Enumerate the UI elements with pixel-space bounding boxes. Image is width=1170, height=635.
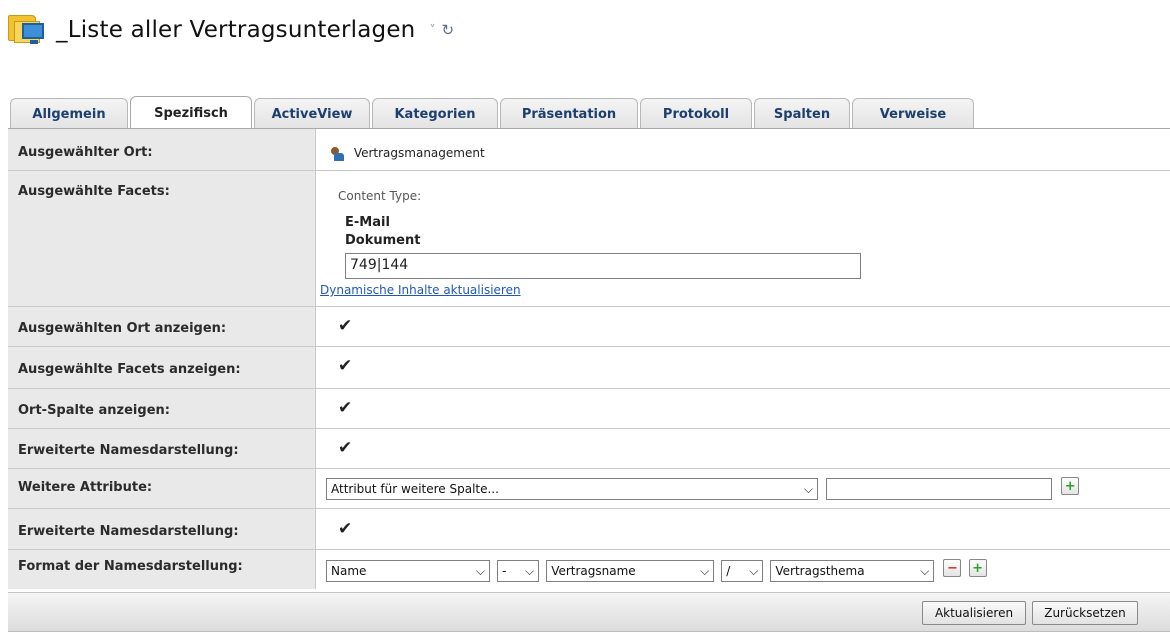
tab-spalten[interactable]: Spalten [754, 98, 850, 129]
header: _Liste aller Vertragsunterlagen ˅ ↻ [8, 10, 454, 50]
facet-type-document[interactable]: Dokument [345, 233, 420, 248]
settings-form: Ausgewählter Ort: Vertragsmanagement Aus… [8, 129, 1170, 589]
extended-naming-2-checkbox[interactable]: ✔ [338, 519, 352, 539]
field-value: Content Type: E-Mail Dokument 749|144 Dy… [316, 171, 1170, 306]
extended-naming-checkbox[interactable]: ✔ [338, 438, 352, 458]
chevron-down-icon: ⌵ [749, 563, 759, 578]
row-name-format: Format der Namesdarstellung: Name ⌵ - ⌵ … [8, 550, 1170, 589]
reset-button[interactable]: Zurücksetzen [1032, 601, 1138, 625]
field-value: ✔ [316, 509, 1170, 549]
select-value: Vertragsthema [775, 564, 865, 578]
name-format-select-3[interactable]: Vertragsthema ⌵ [770, 560, 935, 582]
row-selected-location: Ausgewählter Ort: Vertragsmanagement [8, 129, 1170, 171]
row-show-location-column: Ort-Spalte anzeigen: ✔ [8, 389, 1170, 429]
field-value: Attribut für weitere Spalte... ⌵ + [316, 469, 1170, 508]
name-format-select-1[interactable]: Name ⌵ [326, 560, 490, 582]
tab-spezifisch[interactable]: Spezifisch [130, 96, 252, 129]
field-value: ✔ [316, 429, 1170, 468]
more-attributes-input[interactable] [826, 478, 1053, 500]
tab-praesentation[interactable]: Präsentation [500, 98, 638, 129]
field-value: ✔ [316, 347, 1170, 388]
show-location-column-checkbox[interactable]: ✔ [338, 398, 352, 418]
field-label: Erweiterte Namesdarstellung: [8, 509, 316, 549]
chevron-down-icon: ⌵ [920, 563, 930, 578]
remove-name-part-button[interactable]: − [943, 559, 962, 577]
row-extended-naming: Erweiterte Namesdarstellung: ✔ [8, 429, 1170, 469]
tab-allgemein[interactable]: Allgemein [10, 98, 128, 129]
field-label: Ausgewählten Ort anzeigen: [8, 307, 316, 346]
field-label: Ausgewählte Facets anzeigen: [8, 347, 316, 388]
row-show-facets: Ausgewählte Facets anzeigen: ✔ [8, 347, 1170, 389]
tab-verweise[interactable]: Verweise [852, 98, 974, 129]
field-label: Ausgewählter Ort: [8, 129, 316, 170]
title-dropdown-chevron-icon[interactable]: ˅ [429, 23, 435, 37]
show-facets-checkbox[interactable]: ✔ [338, 356, 352, 376]
chevron-down-icon: ⌵ [524, 563, 535, 578]
field-label: Weitere Attribute: [8, 469, 316, 508]
field-value: Vertragsmanagement [316, 129, 1170, 170]
tab-bar: Allgemein Spezifisch ActiveView Kategori… [10, 96, 976, 129]
add-attribute-button[interactable]: + [1061, 477, 1080, 495]
field-label: Ort-Spalte anzeigen: [8, 389, 316, 428]
footer-bar: Aktualisieren Zurücksetzen [8, 592, 1170, 632]
facet-type-email[interactable]: E-Mail [345, 215, 390, 230]
select-value: Attribut für weitere Spalte... [331, 482, 499, 496]
page-title: _Liste aller Vertragsunterlagen [56, 17, 416, 43]
name-format-separator-1[interactable]: - ⌵ [497, 560, 540, 582]
field-label: Erweiterte Namesdarstellung: [8, 429, 316, 468]
select-value: Name [331, 564, 367, 578]
select-value: Vertragsname [551, 564, 636, 578]
row-more-attributes: Weitere Attribute: Attribut für weitere … [8, 469, 1170, 509]
minus-icon: − [947, 560, 958, 576]
add-name-part-button[interactable]: + [968, 559, 987, 577]
show-location-checkbox[interactable]: ✔ [338, 316, 352, 336]
field-value: ✔ [316, 307, 1170, 346]
folder-monitor-icon [8, 13, 50, 47]
tab-protokoll[interactable]: Protokoll [640, 98, 752, 129]
plus-icon: + [1064, 478, 1076, 494]
chevron-down-icon: ⌵ [700, 563, 710, 578]
chevron-down-icon: ⌵ [803, 481, 813, 496]
location-icon [330, 146, 344, 161]
content-type-label: Content Type: [338, 189, 422, 203]
plus-icon: + [972, 560, 984, 576]
tab-kategorien[interactable]: Kategorien [372, 98, 498, 129]
row-show-location: Ausgewählten Ort anzeigen: ✔ [8, 307, 1170, 347]
row-extended-naming-2: Erweiterte Namesdarstellung: ✔ [8, 509, 1170, 550]
refresh-icon[interactable]: ↻ [441, 21, 454, 39]
name-format-select-2[interactable]: Vertragsname ⌵ [546, 560, 715, 582]
select-value: / [726, 564, 731, 578]
update-button[interactable]: Aktualisieren [922, 601, 1026, 625]
field-label: Format der Namesdarstellung: [8, 550, 316, 589]
name-format-separator-2[interactable]: / ⌵ [721, 560, 764, 582]
field-value: Name ⌵ - ⌵ Vertragsname ⌵ / ⌵ Vertragsth… [316, 550, 1170, 589]
field-label: Ausgewählte Facets: [8, 171, 316, 306]
chevron-down-icon: ⌵ [475, 563, 485, 578]
field-value: ✔ [316, 389, 1170, 428]
tab-activeview[interactable]: ActiveView [254, 98, 370, 129]
select-value: - [502, 564, 507, 578]
location-value: Vertragsmanagement [353, 146, 485, 160]
refresh-dynamic-content-link[interactable]: Dynamische Inhalte aktualisieren [320, 283, 521, 297]
more-attributes-select[interactable]: Attribut für weitere Spalte... ⌵ [326, 478, 818, 500]
facet-id-input[interactable]: 749|144 [345, 253, 861, 279]
row-selected-facets: Ausgewählte Facets: Content Type: E-Mail… [8, 171, 1170, 307]
